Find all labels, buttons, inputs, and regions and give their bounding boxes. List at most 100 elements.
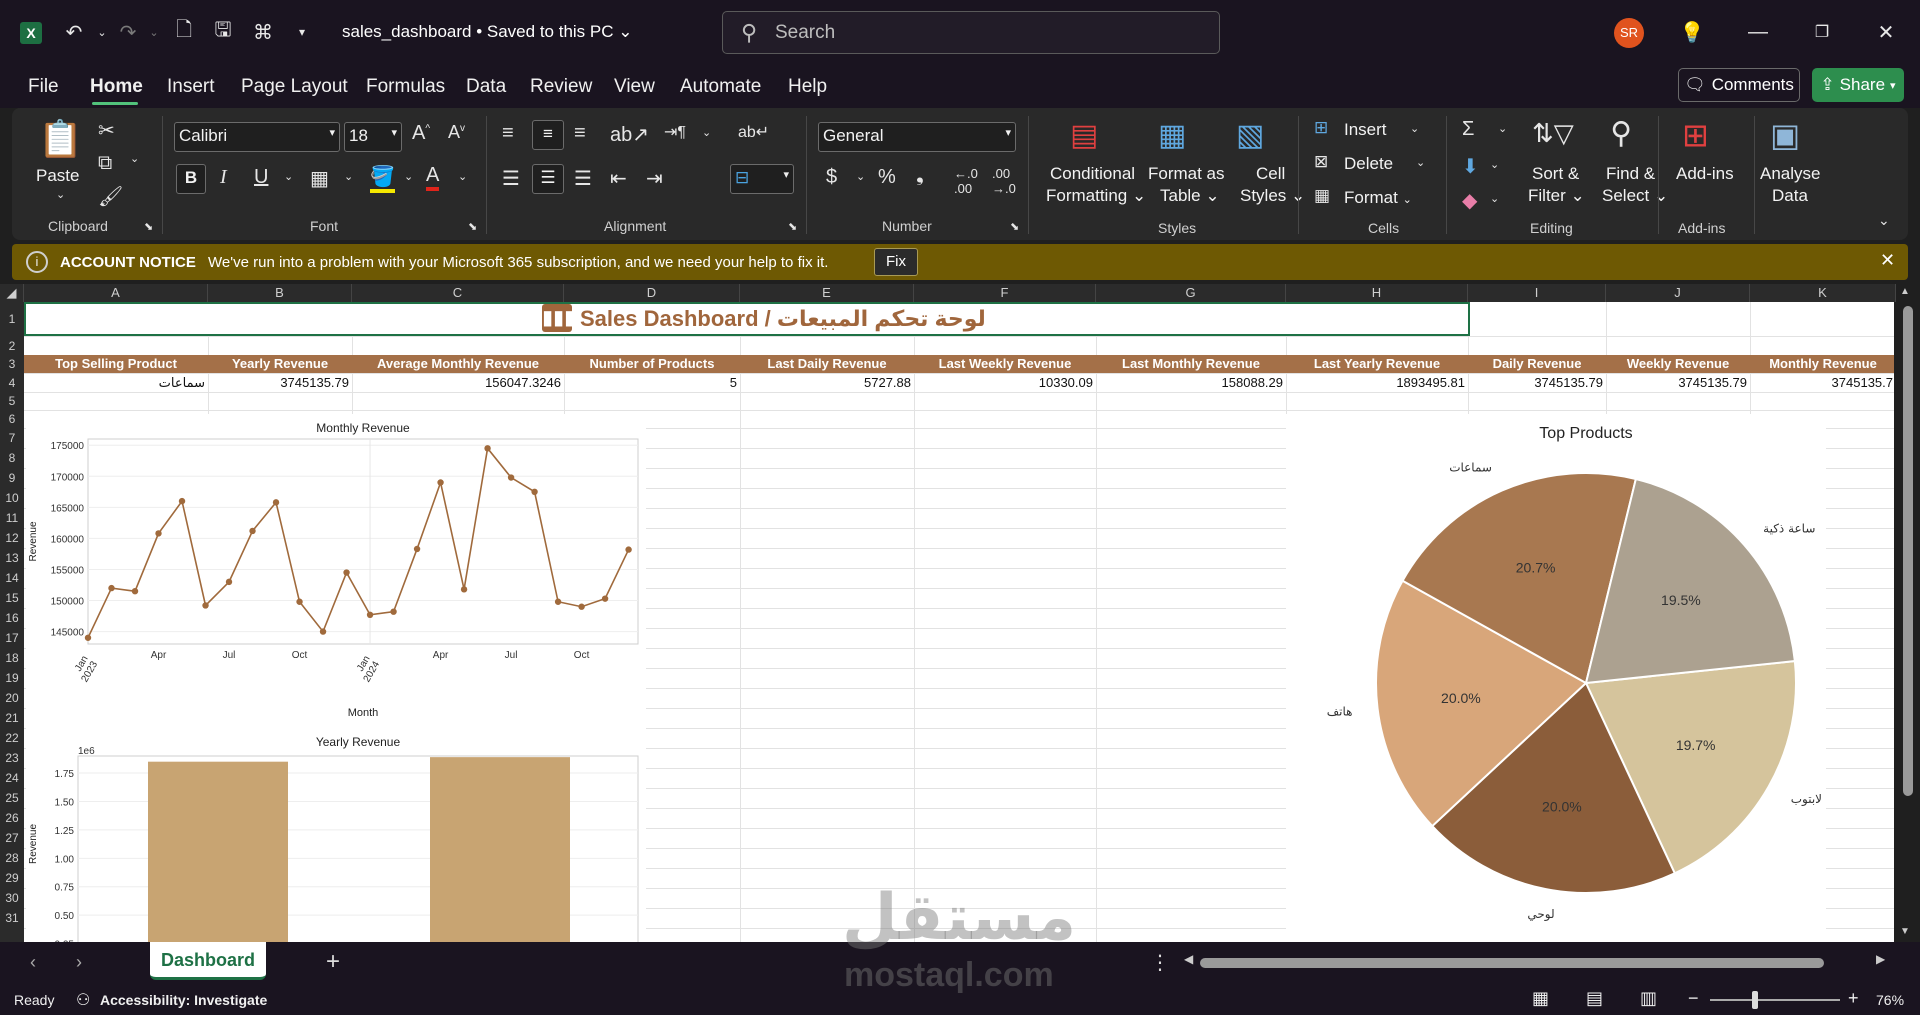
percent-icon[interactable]: % [878,166,896,189]
cell-styles-label-2[interactable]: Styles ⌄ [1240,186,1305,206]
column-header[interactable]: F [914,284,1096,302]
kpi-value-cell[interactable]: 5727.88 [740,374,914,392]
kpi-header-cell[interactable]: Monthly Revenue [1750,355,1894,373]
close-icon[interactable]: ✕ [1880,250,1895,271]
row-header[interactable]: 11 [0,511,24,525]
chevron-down-icon[interactable]: ⌄ [1490,158,1499,171]
tab-page-layout[interactable]: Page Layout [241,76,348,98]
align-center-icon[interactable]: ☰ [532,164,564,194]
next-sheet-icon[interactable]: › [76,952,82,973]
format-cells-button[interactable]: Format ⌄ [1344,188,1412,208]
fix-button[interactable]: Fix [874,248,918,276]
row-header[interactable]: 9 [0,471,24,485]
column-header[interactable]: D [564,284,740,302]
zoom-slider-track[interactable] [1710,999,1840,1001]
cell-styles-label[interactable]: Cell [1256,164,1285,184]
row-header[interactable]: 27 [0,831,24,845]
accessibility-icon[interactable]: ⚇ [76,990,90,1010]
kpi-value-cell[interactable]: 156047.3246 [352,374,564,392]
scroll-down-icon[interactable]: ▼ [1900,926,1910,937]
search-box[interactable]: ⚲ Search [722,11,1220,54]
format-as-table-icon[interactable]: ▦ [1158,118,1186,153]
dialog-launcher-icon[interactable]: ⬊ [144,220,153,233]
scroll-left-icon[interactable]: ◀ [1184,952,1193,966]
add-ins-icon[interactable]: ⊞ [1682,116,1709,154]
row-header[interactable]: 13 [0,551,24,565]
row-header[interactable]: 15 [0,591,24,605]
row-header[interactable]: 30 [0,891,24,905]
analyse-data-icon[interactable]: ▣ [1770,116,1800,154]
document-title[interactable]: sales_dashboard • Saved to this PC ⌄ [342,22,633,42]
row-header[interactable]: 26 [0,811,24,825]
tab-home[interactable]: Home [90,76,143,98]
align-bottom-icon[interactable]: ≡ [574,122,586,145]
chevron-down-icon[interactable]: ⌄ [1410,122,1419,135]
zoom-out-icon[interactable]: − [1688,988,1699,1009]
minimize-icon[interactable]: — [1744,18,1772,46]
delete-cells-button[interactable]: Delete [1344,154,1393,174]
font-name-select[interactable]: Calibri ▾ [174,122,340,152]
kpi-value-cell[interactable]: 1893495.81 [1286,374,1468,392]
copy-icon[interactable]: ⧉ [98,152,112,175]
borders-icon[interactable]: ▦ [310,166,329,191]
row-header[interactable]: 29 [0,871,24,885]
decrease-font-icon[interactable]: Av [448,122,465,143]
undo-dropdown-icon[interactable]: ⌄ [88,18,116,46]
share-button[interactable]: ⇪ Share ▾ [1812,68,1904,102]
sheet-tab-dashboard[interactable]: Dashboard [150,942,266,980]
customize-toolbar-icon[interactable]: ▾ [288,18,316,46]
row-header[interactable]: 3 [0,357,24,371]
add-ins-button[interactable]: Add-ins [1676,164,1734,184]
row-header[interactable]: 16 [0,611,24,625]
dialog-launcher-icon[interactable]: ⬊ [468,220,477,233]
increase-indent-icon[interactable]: ⇥ [646,166,663,191]
redo-icon[interactable]: ↷ [114,18,142,46]
kpi-value-cell[interactable]: 158088.29 [1096,374,1286,392]
find-select-icon[interactable]: ⚲ [1610,116,1632,151]
kpi-header-cell[interactable]: Top Selling Product [24,355,208,373]
increase-font-icon[interactable]: A^ [412,122,430,145]
select-all-corner[interactable]: ◢ [0,284,24,302]
insert-cells-icon[interactable]: ⊞ [1314,118,1328,138]
scrollbar-thumb[interactable] [1903,306,1913,796]
worksheet[interactable]: ▮▮▮ Sales Dashboard / لوحة تحكم المبيعات… [24,302,1894,942]
dialog-launcher-icon[interactable]: ⬊ [788,220,797,233]
scroll-up-icon[interactable]: ▲ [1900,286,1910,297]
kpi-header-cell[interactable]: Last Weekly Revenue [914,355,1096,373]
kpi-header-cell[interactable]: Last Yearly Revenue [1286,355,1468,373]
number-format-select[interactable]: General ▾ [818,122,1016,152]
row-header[interactable]: 18 [0,651,24,665]
kpi-value-cell[interactable]: 3745135.79 [1468,374,1606,392]
orientation-icon[interactable]: ab↗ [610,122,649,147]
dialog-launcher-icon[interactable]: ⬊ [1010,220,1019,233]
row-header[interactable]: 7 [0,431,24,445]
chevron-down-icon[interactable]: ⌄ [284,170,293,183]
top-products-chart[interactable]: 19.7% لابتوب 20.0% لوحي 20.0% هاتف 20.7% سماعات… [1286,414,1826,942]
tab-automate[interactable]: Automate [680,76,761,98]
kpi-header-cell[interactable]: Yearly Revenue [208,355,352,373]
font-color-icon[interactable]: A [426,164,440,191]
decrease-decimal-icon[interactable]: .00 →.0 [992,166,1016,196]
row-header[interactable]: 5 [0,394,24,408]
save-icon[interactable]: 🖫 [209,18,237,46]
paste-icon[interactable]: 📋 [38,118,83,160]
kpi-header-cell[interactable]: Number of Products [564,355,740,373]
comments-button[interactable]: 🗨 Comments [1678,68,1800,102]
row-header[interactable]: 20 [0,691,24,705]
fill-color-icon[interactable]: 🪣 [370,164,395,193]
row-header[interactable]: 14 [0,571,24,585]
row-header[interactable]: 2 [0,339,24,353]
column-header[interactable]: C [352,284,564,302]
new-file-icon[interactable]: 🗋 [170,18,198,46]
row-header[interactable]: 10 [0,491,24,505]
paste-button[interactable]: Paste [36,166,79,186]
chevron-down-icon[interactable]: ⌄ [1416,156,1425,169]
row-header[interactable]: 28 [0,851,24,865]
chevron-down-icon[interactable]: ⌄ [702,126,711,139]
chevron-down-icon[interactable]: ⌄ [404,170,413,183]
row-header[interactable]: 22 [0,731,24,745]
chevron-down-icon[interactable]: ⌄ [458,170,467,183]
delete-cells-icon[interactable]: ⊠ [1314,152,1328,172]
column-header[interactable]: A [24,284,208,302]
zoom-in-icon[interactable]: + [1848,988,1859,1009]
